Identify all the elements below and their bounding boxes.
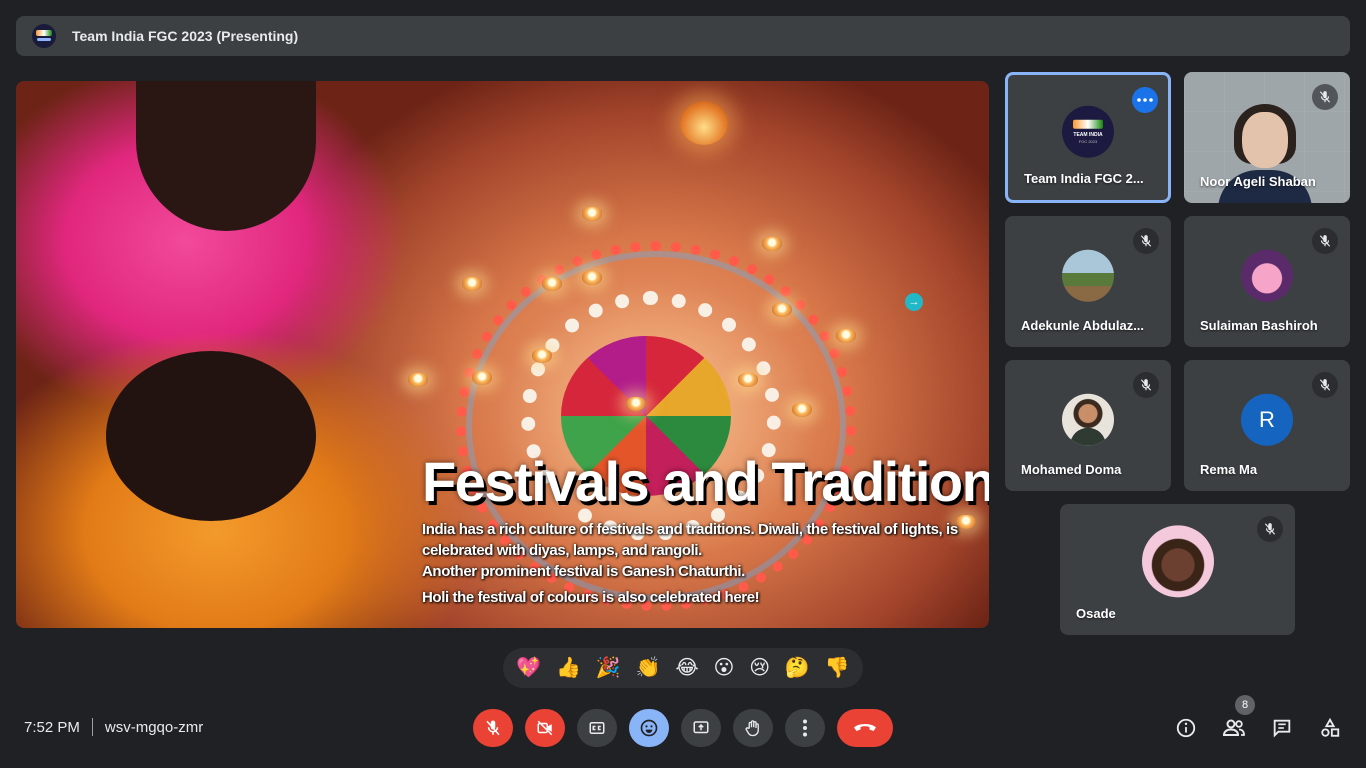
activities-icon <box>1321 717 1340 737</box>
meeting-info: 7:52 PM wsv-mgqo-zmr <box>24 718 203 736</box>
diya <box>738 373 758 387</box>
mic-off-icon <box>1133 228 1159 254</box>
diya <box>532 349 552 363</box>
reaction-party[interactable]: 🎉 <box>596 648 621 688</box>
captions-button[interactable] <box>577 709 617 747</box>
more-options-button[interactable] <box>785 709 825 747</box>
mic-off-icon <box>486 720 500 736</box>
slide-line-3: Holi the festival of colours is also cel… <box>422 589 760 606</box>
team-logo-flag <box>1073 119 1103 129</box>
participant-tile-osade[interactable]: Osade <box>1060 504 1295 635</box>
more-options-icon[interactable] <box>1132 87 1158 113</box>
participant-tile-team-india[interactable]: TEAM INDIA FGC 2023 Team India FGC 2... <box>1005 72 1171 203</box>
team-india-avatar: TEAM INDIA FGC 2023 <box>1062 105 1114 158</box>
participant-name: Adekunle Abdulaz... <box>1021 318 1145 333</box>
participant-name: Rema Ma <box>1200 462 1258 477</box>
slide-line-1: India has a rich culture of festivals an… <box>422 521 958 559</box>
participant-name: Team India FGC 2... <box>1024 171 1144 186</box>
hand-icon <box>745 720 759 737</box>
reaction-bar: 💖 👍 🎉 👏 😂 😮 😢 🤔 👎 <box>503 648 863 688</box>
activities-button[interactable] <box>1316 714 1344 742</box>
video-face <box>1242 112 1288 168</box>
people-button[interactable] <box>1220 714 1248 742</box>
diya <box>582 271 602 285</box>
presentation-slide: → Festivals and Traditions India has a r… <box>16 81 989 628</box>
diya <box>836 329 856 343</box>
meeting-time: 7:52 PM <box>24 718 80 736</box>
info-icon <box>1176 718 1196 738</box>
reaction-clap[interactable]: 👏 <box>636 648 661 688</box>
reaction-heart[interactable]: 💖 <box>516 648 541 688</box>
presenting-title: Team India FGC 2023 (Presenting) <box>72 28 299 44</box>
meeting-code: wsv-mgqo-zmr <box>104 718 204 736</box>
mic-off-icon <box>1312 372 1338 398</box>
present-screen-icon <box>693 721 709 734</box>
meeting-details-button[interactable] <box>1172 714 1200 742</box>
team-logo-icon <box>32 24 56 48</box>
diya <box>472 371 492 385</box>
divider <box>91 718 93 736</box>
camera-toggle-button[interactable] <box>525 709 565 747</box>
diya <box>582 207 602 221</box>
participant-tile-noor[interactable]: Noor Ageli Shaban <box>1184 72 1350 203</box>
more-vert-icon <box>803 719 807 737</box>
participant-name: Noor Ageli Shaban <box>1200 174 1316 189</box>
reaction-thinking[interactable]: 🤔 <box>785 648 810 688</box>
reaction-sad[interactable]: 😢 <box>749 648 770 688</box>
reaction-thumbs-down[interactable]: 👎 <box>825 648 850 688</box>
team-logo-text: TEAM INDIA <box>1073 131 1103 138</box>
hang-up-icon <box>854 724 876 731</box>
participant-name: Sulaiman Bashiroh <box>1200 318 1318 333</box>
diya <box>626 397 646 411</box>
diya <box>792 403 812 417</box>
participant-tile-mohamed[interactable]: Mohamed Doma <box>1005 360 1171 491</box>
people-icon <box>1222 719 1245 736</box>
participant-tile-rema[interactable]: R Rema Ma <box>1184 360 1350 491</box>
diya <box>542 277 562 291</box>
mic-off-icon <box>1257 516 1283 542</box>
slide-line-2: Another prominent festival is Ganesh Cha… <box>422 563 745 580</box>
mic-toggle-button[interactable] <box>473 709 513 747</box>
slide-heading: Festivals and Traditions <box>422 450 989 513</box>
participant-tile-adekunle[interactable]: Adekunle Abdulaz... <box>1005 216 1171 347</box>
people-count-badge: 8 <box>1235 695 1255 715</box>
reaction-laugh[interactable]: 😂 <box>675 648 698 688</box>
diya <box>462 277 482 291</box>
participant-avatar <box>1141 524 1214 597</box>
reaction-thumbs-up[interactable]: 👍 <box>556 648 581 688</box>
mic-off-icon <box>1312 84 1338 110</box>
participant-avatar: R <box>1241 393 1293 446</box>
mic-off-icon <box>1312 228 1338 254</box>
emoji-reactions-button[interactable] <box>629 709 669 747</box>
presenting-bar: Team India FGC 2023 (Presenting) <box>16 16 1350 56</box>
raise-hand-button[interactable] <box>733 709 773 747</box>
camera-off-icon <box>537 720 553 736</box>
slide-body: India has a rich culture of festivals an… <box>422 519 982 608</box>
team-logo-subtext: FGC 2023 <box>1078 138 1098 144</box>
diya <box>762 237 782 251</box>
participant-avatar <box>1062 249 1114 302</box>
participant-avatar <box>1062 393 1114 446</box>
slide-photo-lantern <box>680 101 728 145</box>
participant-avatar <box>1241 249 1293 302</box>
participant-tile-sulaiman[interactable]: Sulaiman Bashiroh <box>1184 216 1350 347</box>
participant-name: Osade <box>1076 606 1116 621</box>
participant-name: Mohamed Doma <box>1021 462 1122 477</box>
reaction-surprised[interactable]: 😮 <box>714 648 735 688</box>
leave-call-button[interactable] <box>837 709 893 747</box>
diya <box>772 303 792 317</box>
slide-photo-hair-2 <box>106 351 316 521</box>
chat-icon <box>1273 719 1291 738</box>
mic-off-icon <box>1133 372 1159 398</box>
captions-icon <box>589 722 605 734</box>
diya <box>408 373 428 387</box>
emoji-icon <box>640 719 658 737</box>
share-arrow-icon[interactable]: → <box>905 293 923 311</box>
chat-button[interactable] <box>1268 714 1296 742</box>
present-button[interactable] <box>681 709 721 747</box>
